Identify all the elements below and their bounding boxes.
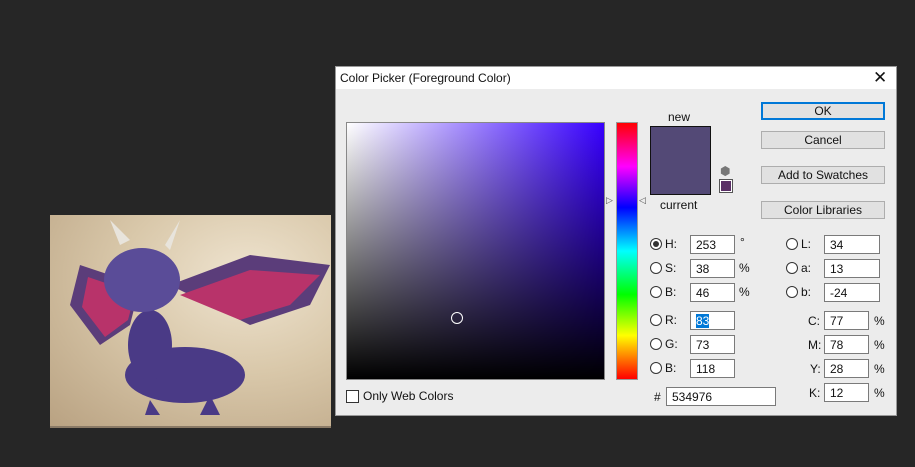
only-web-colors-checkbox[interactable] — [346, 390, 359, 403]
green-label: G: — [665, 337, 678, 351]
red-radio[interactable] — [650, 314, 662, 326]
black-input[interactable]: 12 — [824, 383, 869, 402]
blue-label: B: — [665, 361, 677, 375]
dialog-title: Color Picker (Foreground Color) — [340, 71, 511, 85]
red-label: R: — [665, 313, 677, 327]
only-web-colors-label: Only Web Colors — [363, 389, 454, 403]
hue-slider-left-arrow-icon[interactable]: ▷ — [606, 195, 613, 206]
hue-label: H: — [665, 237, 677, 251]
magenta-input[interactable]: 78 — [824, 335, 869, 354]
brightness-label: B: — [665, 285, 677, 299]
red-value-selected: 83 — [696, 314, 710, 328]
add-to-swatches-button[interactable]: Add to Swatches — [761, 166, 885, 184]
hex-input[interactable]: 534976 — [666, 387, 776, 406]
green-radio[interactable] — [650, 338, 662, 350]
yellow-unit: % — [874, 362, 885, 376]
new-color-swatch — [650, 126, 711, 195]
brightness-input[interactable]: 46 — [690, 283, 735, 302]
blue-input[interactable]: 118 — [690, 359, 735, 378]
black-label: K: — [809, 386, 821, 400]
ok-button[interactable]: OK — [761, 102, 885, 120]
dragon-illustration — [70, 220, 330, 415]
saturation-label: S: — [665, 261, 677, 275]
title-bar: Color Picker (Foreground Color) ✕ — [336, 67, 896, 89]
lab-l-radio[interactable] — [786, 238, 798, 250]
current-label: current — [660, 198, 698, 212]
saturation-input[interactable]: 38 — [690, 259, 735, 278]
web-safe-swatch[interactable] — [719, 179, 733, 193]
saturation-unit: % — [739, 261, 750, 275]
lab-a-label: a: — [801, 261, 812, 275]
saturation-radio[interactable] — [650, 262, 662, 274]
cancel-button[interactable]: Cancel — [761, 131, 885, 149]
color-field[interactable] — [346, 122, 605, 380]
brightness-radio[interactable] — [650, 286, 662, 298]
blue-radio[interactable] — [650, 362, 662, 374]
yellow-label: Y: — [810, 362, 821, 376]
red-input[interactable]: 83 — [690, 311, 735, 330]
color-picker-cursor[interactable] — [451, 312, 463, 324]
lab-b-radio[interactable] — [786, 286, 798, 298]
magenta-unit: % — [874, 338, 885, 352]
lab-a-input[interactable]: 13 — [824, 259, 880, 278]
magenta-label: M: — [808, 338, 822, 352]
hue-unit: ° — [740, 235, 745, 249]
close-icon[interactable]: ✕ — [873, 68, 887, 88]
black-unit: % — [874, 386, 885, 400]
cyan-input[interactable]: 77 — [824, 311, 869, 330]
hex-label: # — [654, 390, 661, 404]
dragon-image — [50, 215, 331, 428]
lab-l-label: L: — [801, 237, 812, 251]
hue-slider-right-arrow-icon[interactable]: ◁ — [639, 195, 646, 206]
hue-slider[interactable] — [616, 122, 638, 380]
green-input[interactable]: 73 — [690, 335, 735, 354]
lab-l-input[interactable]: 34 — [824, 235, 880, 254]
new-label: new — [668, 110, 691, 124]
cyan-label: C: — [808, 314, 820, 328]
hue-input[interactable]: 253 — [690, 235, 735, 254]
cyan-unit: % — [874, 314, 885, 328]
gamut-cube-icon[interactable]: ⬢ — [720, 164, 730, 178]
lab-a-radio[interactable] — [786, 262, 798, 274]
color-picker-dialog: Color Picker (Foreground Color) ✕ ▷ ◁ ne… — [335, 66, 897, 416]
yellow-input[interactable]: 28 — [824, 359, 869, 378]
lab-b-label: b: — [801, 285, 812, 299]
brightness-unit: % — [739, 285, 750, 299]
lab-b-input[interactable]: -24 — [824, 283, 880, 302]
color-libraries-button[interactable]: Color Libraries — [761, 201, 885, 219]
hue-radio[interactable] — [650, 238, 662, 250]
